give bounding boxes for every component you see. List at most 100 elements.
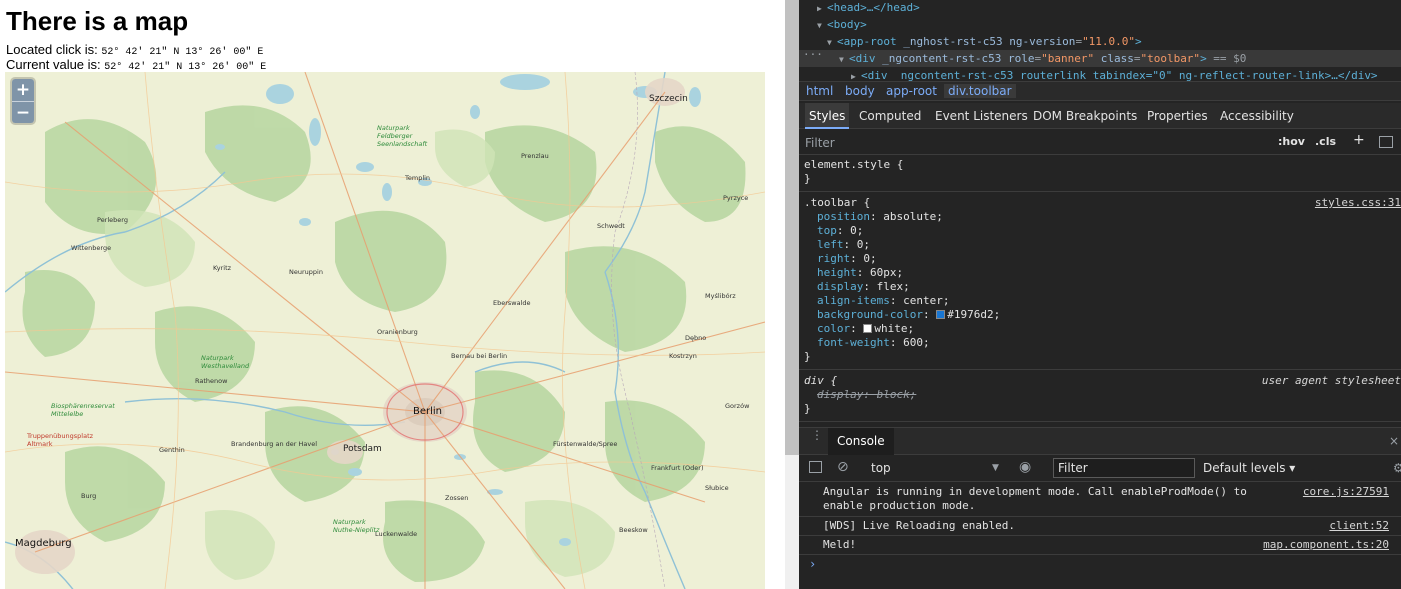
drawer-menu-icon[interactable]: ⋮	[811, 429, 823, 441]
map-label-bernau: Bernau bei Berlin	[451, 352, 508, 360]
style-prop-row[interactable]: display: flex;	[804, 280, 1401, 294]
map-label-kyritz: Kyritz	[213, 264, 232, 272]
console-prompt-icon[interactable]: ›	[809, 557, 816, 571]
dom-node-toolbar-selected[interactable]: ··· ▼ <div _ngcontent-rst-c53 role="banne…	[799, 48, 1401, 68]
collapse-triangle-icon[interactable]: ▼	[827, 34, 837, 51]
hov-button[interactable]: :hov	[1278, 135, 1305, 148]
elements-tree: ▶ <head>…</head> ▼ <body> ▼ <app-root _ngho…	[799, 0, 1401, 81]
console-message: [WDS] Live Reloading enabled. client:52	[799, 517, 1401, 536]
overridden-display-prop[interactable]: display: block;	[804, 388, 1401, 402]
map-canvas[interactable]: + − Szczecin Berlin Potsdam Magdeburg Wi…	[5, 72, 765, 589]
map-label-park-nuthe: Naturpark Nuthe-Nieplitz	[333, 518, 380, 534]
map-label-gorzow: Gorzów	[725, 402, 750, 410]
element-style-selector[interactable]: element.style {	[804, 158, 1401, 172]
zoom-control: + −	[12, 79, 34, 123]
map-label-neuruppin: Neuruppin	[289, 268, 323, 276]
map-label-berlin: Berlin	[413, 406, 443, 417]
tab-computed[interactable]: Computed	[855, 103, 925, 129]
dom-node-head[interactable]: ▶ <head>…</head>	[817, 0, 920, 16]
map-label-training-area: Truppenübungsplatz Altmark	[27, 432, 94, 448]
map-label-magdeburg: Magdeburg	[15, 538, 72, 549]
console-message-text: Angular is running in development mode. …	[823, 485, 1254, 512]
console-message: Angular is running in development mode. …	[799, 483, 1401, 517]
style-prop-row[interactable]: right: 0;	[804, 252, 1401, 266]
style-prop-row[interactable]: font-weight: 600;	[804, 336, 1401, 350]
div-ua-rule: div { user agent stylesheet display: blo…	[799, 372, 1401, 422]
map-label-zossen: Zossen	[445, 494, 469, 502]
settings-gear-icon[interactable]: ⚙	[1393, 461, 1401, 475]
collapse-triangle-icon[interactable]: ▼	[839, 51, 849, 68]
page-scrollbar-thumb[interactable]	[785, 0, 799, 455]
devtools-panel: ▶ <head>…</head> ▼ <body> ▼ <app-root _ngho…	[799, 0, 1401, 589]
style-prop-row[interactable]: background-color: #1976d2;	[804, 308, 1401, 322]
dom-node-body[interactable]: ▼ <body>	[817, 16, 867, 33]
map-label-park-elbe: Biosphärenreservat Mittelelbe	[51, 402, 115, 418]
breadcrumb-body[interactable]: body	[845, 84, 875, 98]
expand-triangle-icon[interactable]: ▶	[851, 68, 861, 81]
style-prop-row[interactable]: position: absolute;	[804, 210, 1401, 224]
console-message-source-link[interactable]: map.component.ts:20	[1263, 538, 1389, 551]
tab-dom-breakpoints[interactable]: DOM Breakpoints	[1029, 103, 1141, 129]
clear-console-icon[interactable]: ⊘	[837, 459, 849, 475]
located-click-label: Located click is:	[6, 42, 98, 57]
map-label-mysliborz: Myślibórz	[705, 292, 736, 300]
context-dropdown-icon[interactable]: ▼	[992, 463, 999, 473]
style-prop-row[interactable]: align-items: center;	[804, 294, 1401, 308]
color-swatch-white[interactable]	[863, 324, 873, 333]
console-messages: Angular is running in development mode. …	[799, 483, 1401, 589]
tab-console[interactable]: Console	[828, 428, 894, 455]
console-message-text: Meld!	[823, 538, 857, 551]
map-label-oranienburg: Oranienburg	[377, 328, 418, 336]
console-filter-input[interactable]	[1053, 458, 1195, 478]
map-label-pyrzyce: Pyrzyce	[723, 194, 749, 202]
breadcrumb-app-root[interactable]: app-root	[886, 84, 937, 98]
console-message-source-link[interactable]: core.js:27591	[1303, 485, 1389, 498]
dom-node-routerlink-div[interactable]: ▶ <div _ngcontent-rst-c53 routerlink tabi…	[851, 67, 1378, 81]
map-label-rathenow: Rathenow	[195, 377, 228, 385]
new-style-rule-icon[interactable]: +	[1353, 132, 1365, 148]
map-label-schwedt: Schwedt	[597, 222, 625, 230]
collapse-triangle-icon[interactable]: ▼	[817, 17, 827, 34]
app-page: There is a map Located click is: 52° 42′…	[0, 0, 785, 589]
tab-accessibility[interactable]: Accessibility	[1216, 103, 1298, 129]
toolbar-rule: .toolbar { styles.css:31 position: absol…	[799, 194, 1401, 370]
close-icon[interactable]: ×	[1389, 434, 1399, 448]
map-label-frankfurt: Frankfurt (Oder)	[651, 464, 704, 472]
page-title: There is a map	[6, 6, 189, 36]
style-prop-row[interactable]: top: 0;	[804, 224, 1401, 238]
breadcrumb-html[interactable]: html	[806, 84, 833, 98]
div-selector[interactable]: div {	[804, 374, 837, 387]
map-label-kostrzyn: Kostrzyn	[669, 352, 697, 360]
page-scrollbar[interactable]	[785, 0, 799, 589]
style-prop-row[interactable]: height: 60px;	[804, 266, 1401, 280]
more-dots-icon[interactable]: ···	[803, 46, 823, 63]
zoom-in-button[interactable]: +	[12, 79, 34, 101]
tab-properties[interactable]: Properties	[1143, 103, 1212, 129]
map-label-park-feldberg: Naturpark Feldberger Seenlandschaft	[377, 124, 428, 148]
map-label-debno: Dębno	[685, 334, 707, 342]
rule-close-brace: }	[804, 402, 811, 415]
tab-styles[interactable]: Styles	[805, 103, 850, 129]
tab-event-listeners[interactable]: Event Listeners	[931, 103, 1032, 129]
breadcrumb-div-toolbar[interactable]: div.toolbar	[944, 84, 1016, 98]
eye-icon[interactable]: ◉	[1019, 459, 1031, 475]
context-select[interactable]: top	[871, 461, 891, 475]
styles-pane: element.style { } .toolbar { styles.css:…	[799, 156, 1401, 424]
expand-triangle-icon[interactable]: ▶	[817, 0, 827, 17]
map-label-park-westhavelland: Naturpark Westhavelland	[201, 354, 250, 370]
color-swatch-blue[interactable]	[936, 310, 946, 319]
log-levels-select[interactable]: Default levels ▾	[1203, 461, 1295, 475]
style-prop-row[interactable]: left: 0;	[804, 238, 1401, 252]
style-prop-row[interactable]: color: white;	[804, 322, 1401, 336]
dom-node-app-root[interactable]: ▼ <app-root _nghost-rst-c53 ng-version="1…	[827, 33, 1142, 50]
map-label-eberswalde: Eberswalde	[493, 299, 531, 307]
toggle-sidebar-icon[interactable]	[1379, 136, 1393, 148]
zoom-out-button[interactable]: −	[12, 101, 34, 123]
cls-button[interactable]: .cls	[1315, 135, 1336, 148]
sidebar-toggle-icon[interactable]	[809, 461, 822, 473]
console-message-source-link[interactable]: client:52	[1329, 519, 1389, 532]
toolbar-selector[interactable]: .toolbar {	[804, 196, 870, 209]
styles-filter-input[interactable]	[805, 134, 1025, 151]
toolbar-source-link[interactable]: styles.css:31	[1315, 196, 1401, 210]
map-label-slubice: Słubice	[705, 484, 729, 492]
